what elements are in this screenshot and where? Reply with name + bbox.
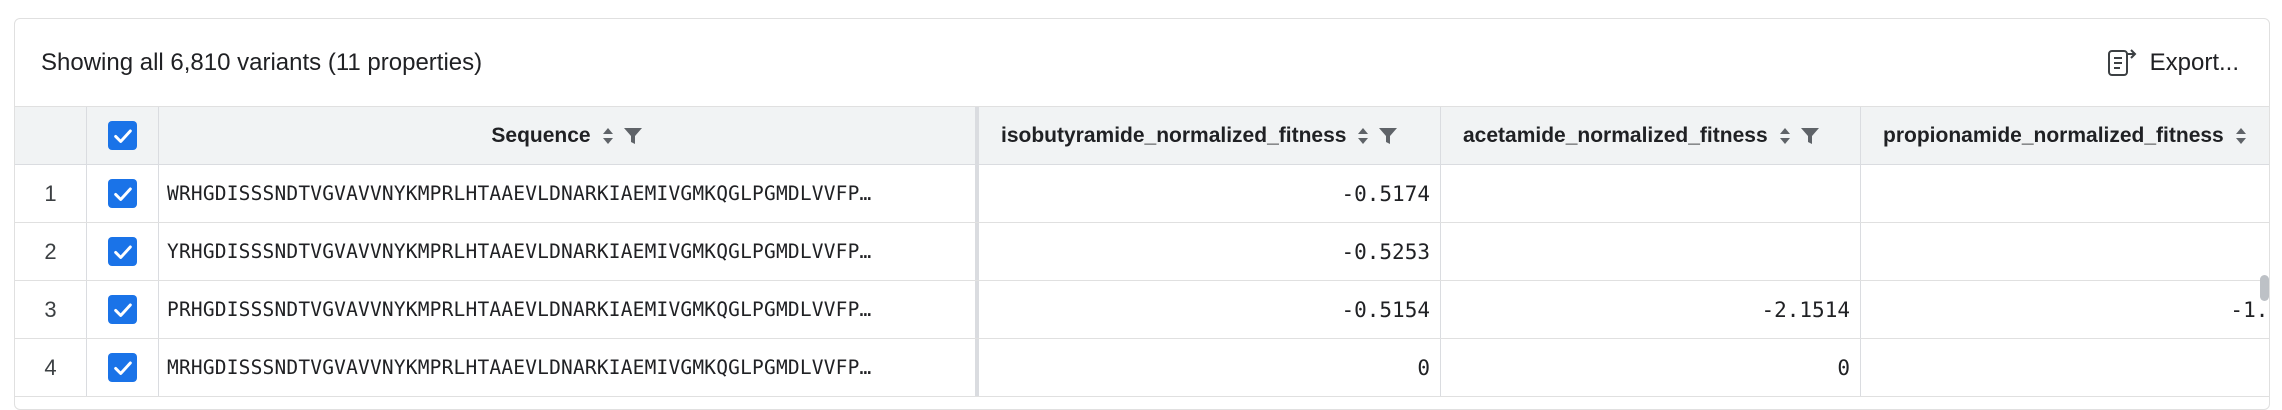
column-header-label: isobutyramide_normalized_fitness <box>1001 123 1347 147</box>
variants-summary: Showing all 6,810 variants (11 propertie… <box>41 48 483 76</box>
export-button[interactable]: Export... <box>2106 46 2239 80</box>
sequence-cell[interactable]: YRHGDISSSNDTVGVAVVNYKMPRLHTAAEVLDNARKIAE… <box>159 223 979 280</box>
check-icon <box>113 244 132 259</box>
propionamide-cell[interactable] <box>1861 339 2269 396</box>
table-row[interactable]: 2 YRHGDISSSNDTVGVAVVNYKMPRLHTAAEVLDNARKI… <box>15 223 2269 281</box>
sort-icon[interactable] <box>601 124 615 148</box>
acetamide-cell[interactable]: 0 <box>1441 339 1861 396</box>
isobutyramide-cell[interactable]: -0.5253 <box>979 223 1441 280</box>
table-row[interactable]: 4 MRHGDISSSNDTVGVAVVNYKMPRLHTAAEVLDNARKI… <box>15 339 2269 397</box>
isobutyramide-cell[interactable]: -0.5174 <box>979 165 1441 222</box>
acetamide-cell[interactable] <box>1441 223 1861 280</box>
row-index: 2 <box>15 223 87 280</box>
check-icon <box>113 128 132 143</box>
sequence-cell[interactable]: PRHGDISSSNDTVGVAVVNYKMPRLHTAAEVLDNARKIAE… <box>159 281 979 338</box>
select-all-cell <box>87 107 159 164</box>
isobutyramide-cell[interactable]: 0 <box>979 339 1441 396</box>
filter-icon[interactable] <box>1800 126 1820 146</box>
column-header-label: Sequence <box>491 123 591 147</box>
sort-icon[interactable] <box>1356 124 1370 148</box>
acetamide-value: -2.1514 <box>1761 297 1850 322</box>
vertical-scrollbar[interactable] <box>2260 275 2269 301</box>
table-header-row: Sequence isobutyramide_normalized_fitnes… <box>15 107 2269 165</box>
column-header-label: acetamide_normalized_fitness <box>1463 123 1768 147</box>
acetamide-value: 0 <box>1837 355 1850 380</box>
check-icon <box>113 360 132 375</box>
row-checkbox[interactable] <box>108 237 137 266</box>
isobutyramide-value: 0 <box>1417 355 1430 380</box>
isobutyramide-value: -0.5253 <box>1341 239 1430 264</box>
sequence-value: MRHGDISSSNDTVGVAVVNYKMPRLHTAAEVLDNARKIAE… <box>167 356 872 379</box>
select-all-checkbox[interactable] <box>108 121 137 150</box>
row-select-cell <box>87 281 159 338</box>
row-index: 1 <box>15 165 87 222</box>
table-toolbar: Showing all 6,810 variants (11 propertie… <box>15 19 2269 107</box>
export-icon <box>2107 48 2137 76</box>
propionamide-cell[interactable] <box>1861 165 2269 222</box>
filter-icon[interactable] <box>1378 126 1398 146</box>
export-label: Export... <box>2149 48 2239 76</box>
isobutyramide-value: -0.5174 <box>1341 181 1430 206</box>
sort-icon[interactable] <box>2234 124 2248 148</box>
column-header-propionamide[interactable]: propionamide_normalized_fitness <box>1861 107 2269 164</box>
isobutyramide-cell[interactable]: -0.5154 <box>979 281 1441 338</box>
sequence-value: YRHGDISSSNDTVGVAVVNYKMPRLHTAAEVLDNARKIAE… <box>167 240 872 263</box>
sequence-cell[interactable]: MRHGDISSSNDTVGVAVVNYKMPRLHTAAEVLDNARKIAE… <box>159 339 979 396</box>
row-select-cell <box>87 165 159 222</box>
check-icon <box>113 302 132 317</box>
table-row[interactable]: 3 PRHGDISSSNDTVGVAVVNYKMPRLHTAAEVLDNARKI… <box>15 281 2269 339</box>
isobutyramide-value: -0.5154 <box>1341 297 1430 322</box>
row-checkbox[interactable] <box>108 179 137 208</box>
acetamide-cell[interactable]: -2.1514 <box>1441 281 1861 338</box>
index-header <box>15 107 87 164</box>
row-select-cell <box>87 339 159 396</box>
row-index: 4 <box>15 339 87 396</box>
propionamide-cell[interactable] <box>1861 223 2269 280</box>
variants-grid: Sequence isobutyramide_normalized_fitnes… <box>15 107 2269 409</box>
column-header-acetamide[interactable]: acetamide_normalized_fitness <box>1441 107 1861 164</box>
variants-panel: Showing all 6,810 variants (11 propertie… <box>14 18 2270 410</box>
check-icon <box>113 186 132 201</box>
row-checkbox[interactable] <box>108 295 137 324</box>
row-index: 3 <box>15 281 87 338</box>
row-checkbox[interactable] <box>108 353 137 382</box>
row-select-cell <box>87 223 159 280</box>
table-row[interactable]: 1 WRHGDISSSNDTVGVAVVNYKMPRLHTAAEVLDNARKI… <box>15 165 2269 223</box>
acetamide-cell[interactable] <box>1441 165 1861 222</box>
sequence-value: PRHGDISSSNDTVGVAVVNYKMPRLHTAAEVLDNARKIAE… <box>167 298 872 321</box>
column-header-isobutyramide[interactable]: isobutyramide_normalized_fitness <box>979 107 1441 164</box>
sequence-cell[interactable]: WRHGDISSSNDTVGVAVVNYKMPRLHTAAEVLDNARKIAE… <box>159 165 979 222</box>
sequence-value: WRHGDISSSNDTVGVAVVNYKMPRLHTAAEVLDNARKIAE… <box>167 182 872 205</box>
propionamide-value: -1.1 <box>2230 297 2269 322</box>
column-header-label: propionamide_normalized_fitness <box>1883 123 2224 147</box>
sort-icon[interactable] <box>1778 124 1792 148</box>
column-header-sequence[interactable]: Sequence <box>159 107 979 164</box>
propionamide-cell[interactable]: -1.1 <box>1861 281 2269 338</box>
filter-icon[interactable] <box>623 126 643 146</box>
